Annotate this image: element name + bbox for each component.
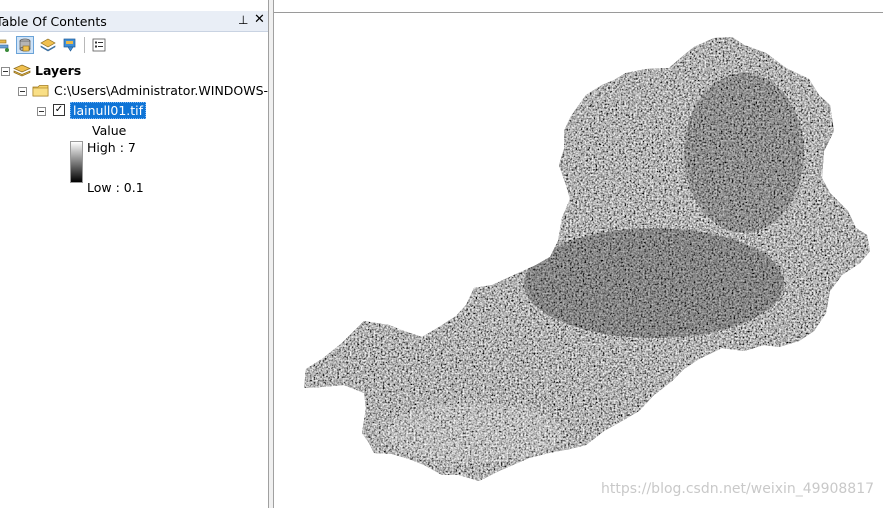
options-icon[interactable] (90, 36, 108, 54)
layers-icon (13, 63, 31, 82)
map-display[interactable] (274, 12, 883, 508)
database-icon[interactable] (16, 36, 34, 54)
folder-path-label[interactable]: C:\Users\Administrator.WINDOWS-C (54, 83, 268, 98)
raster-image (304, 37, 870, 481)
collapse-layer-toggle[interactable] (37, 107, 46, 116)
legend-low-label: Low : 0.1 (87, 180, 144, 195)
layers-node-label[interactable]: Layers (35, 63, 81, 78)
toc-title-bar[interactable]: Table Of Contents ⊥ ✕ (0, 11, 268, 32)
layer-visibility-checkbox[interactable]: ✓ (53, 104, 65, 116)
folder-icon (32, 83, 50, 102)
toc-tree: Layers C:\Users\Administrator.WINDOWS-C … (0, 57, 268, 508)
collapse-layers-toggle[interactable] (1, 67, 10, 76)
pin-icon[interactable]: ⊥ (238, 13, 248, 27)
toc-toolbar (0, 33, 268, 57)
selection-icon[interactable] (61, 36, 79, 54)
close-icon[interactable]: ✕ (254, 12, 265, 27)
layers-icon[interactable] (39, 36, 57, 54)
collapse-folder-toggle[interactable] (18, 87, 27, 96)
toc-title: Table Of Contents (0, 14, 107, 29)
color-ramp-swatch[interactable] (70, 141, 83, 183)
legend-high-label: High : 7 (87, 140, 136, 155)
watermark-text: https://blog.csdn.net/weixin_49908817 (601, 481, 875, 497)
table-of-contents-pane: Table Of Contents ⊥ ✕ Layers C:\Users\Ad… (0, 0, 268, 508)
toolbar-separator (84, 37, 85, 53)
drawing-order-icon[interactable] (0, 36, 12, 54)
legend-heading: Value (92, 123, 127, 138)
layer-name-label[interactable]: lainull01.tif (70, 102, 147, 119)
